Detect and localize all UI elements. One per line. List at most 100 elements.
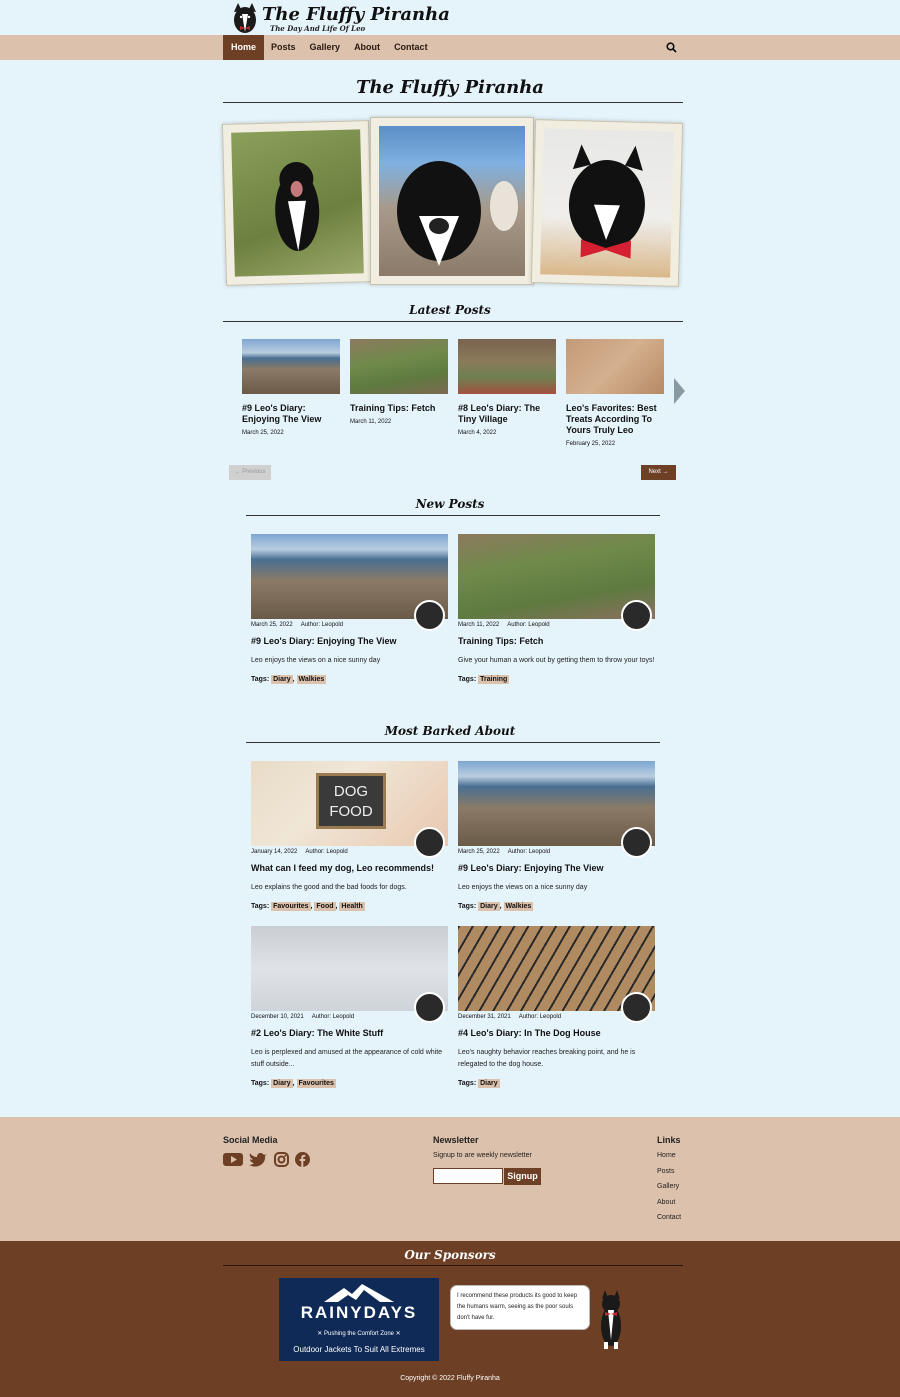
post-date: March 25, 2022 [242,430,284,436]
tag-link[interactable]: Health [339,902,365,911]
previous-button[interactable]: ← Previous [229,465,271,480]
post-title[interactable]: #9 Leo's Diary: Enjoying The View [242,403,340,425]
post-image[interactable] [458,761,655,858]
post-date: December 10, 2021 [251,1014,304,1020]
post-card[interactable]: March 25, 2022 Author: Leopold #9 Leo's D… [458,761,655,911]
tag-link[interactable]: Diary [478,902,500,911]
post-card[interactable]: December 31, 2021 Author: Leopold #4 Leo'… [458,926,655,1088]
post-author: Author: Leopold [518,1014,562,1020]
post-date: January 14, 2022 [251,849,298,855]
nav-contact[interactable]: Contact [387,35,435,60]
mountain-logo-icon [324,1284,394,1302]
tag-link[interactable]: Diary [478,1079,500,1088]
post-excerpt: Leo is perplexed and amused at the appea… [251,1049,443,1068]
post-card[interactable]: March 25, 2022 Author: Leopold #9 Leo's D… [251,534,448,684]
post-date: March 11, 2022 [458,622,500,628]
leo-dog-icon [601,1290,621,1349]
post-date: December 31, 2021 [458,1014,511,1020]
post-author: Author: Leopold [507,849,551,855]
post-image[interactable] [251,926,448,1023]
post-thumbnail[interactable] [350,339,448,394]
divider [223,1265,683,1266]
copyright: Copyright © 2022 Fluffy Piranha [400,1375,500,1382]
instagram-icon[interactable] [274,1152,289,1167]
latest-post-card[interactable]: #8 Leo's Diary: The Tiny Village March 4… [458,339,556,436]
post-thumbnail[interactable] [242,339,340,394]
tag-link[interactable]: Walkies [503,902,534,911]
post-author: Author: Leopold [300,622,344,628]
site-title[interactable]: The Fluffy Piranha [262,4,450,25]
nav-about[interactable]: About [347,35,387,60]
footer-link-home[interactable]: Home [657,1152,681,1168]
most-barked-title: Most Barked About [384,724,516,738]
post-excerpt: Leo enjoys the views on a nice sunny day [251,657,381,664]
search-icon[interactable] [666,42,677,53]
post-card[interactable]: DOG FOOD January 14, 2022 Author: Leopold … [251,761,448,911]
post-title[interactable]: #8 Leo's Diary: The Tiny Village [458,403,556,425]
tags-label: Tags: [458,676,477,683]
site-tagline: The Day And Life Of Leo [270,24,366,33]
post-image[interactable] [458,926,655,1023]
carousel-next-arrow-icon[interactable] [674,378,685,404]
post-image[interactable]: DOG FOOD [251,761,448,858]
post-title[interactable]: #4 Leo's Diary: In The Dog House [458,1028,655,1038]
twitter-icon[interactable] [249,1152,267,1167]
post-image[interactable] [251,534,448,631]
post-excerpt: Leo's naughty behavior reaches breaking … [458,1049,636,1068]
facebook-icon[interactable] [295,1152,310,1167]
nav-home[interactable]: Home [223,35,265,60]
post-card[interactable]: March 11, 2022 Author: Leopold Training T… [458,534,655,684]
newsletter-email-input[interactable] [433,1168,503,1184]
tag-link[interactable]: Food [314,902,336,911]
nav-gallery[interactable]: Gallery [303,35,348,60]
author-avatar [414,600,445,631]
latest-post-card[interactable]: Training Tips: Fetch March 11, 2022 [350,339,448,425]
sponsor-banner[interactable]: RAINYDAYS ✕ Pushing the Comfort Zone ✕ O… [279,1278,439,1361]
tag-link[interactable]: Diary [271,1079,293,1088]
footer-link-posts[interactable]: Posts [657,1168,681,1184]
tags-label: Tags: [251,1080,270,1087]
post-title[interactable]: What can I feed my dog, Leo recommends! [251,863,448,873]
footer-links: Home Posts Gallery About Contact [657,1152,681,1230]
post-tags: Tags: Diary, Favourites [251,1079,336,1088]
youtube-icon[interactable] [223,1152,243,1167]
footer-link-contact[interactable]: Contact [657,1214,681,1230]
post-title[interactable]: Training Tips: Fetch [458,636,655,646]
divider [246,515,660,516]
footer-link-about[interactable]: About [657,1199,681,1215]
post-thumbnail[interactable] [458,339,556,394]
latest-post-card[interactable]: Leo's Favorites: Best Treats According T… [566,339,664,447]
tag-link[interactable]: Walkies [296,675,327,684]
dog-logo-icon[interactable] [230,2,260,35]
hero-photo-2 [370,117,534,285]
tags-label: Tags: [251,903,270,910]
newsletter-heading: Newsletter [433,1135,479,1145]
tag-link[interactable]: Favourites [296,1079,336,1088]
post-title[interactable]: Training Tips: Fetch [350,403,448,414]
tags-label: Tags: [251,676,270,683]
post-tags: Tags: Diary, Walkies [251,675,327,684]
post-author: Author: Leopold [311,1014,355,1020]
post-image[interactable] [458,534,655,631]
tag-link[interactable]: Diary [271,675,293,684]
sponsor-brand: RAINYDAYS [300,1303,418,1322]
tag-link[interactable]: Favourites [271,902,311,911]
tags-label: Tags: [458,903,477,910]
nav-posts[interactable]: Posts [264,35,303,60]
post-title[interactable]: Leo's Favorites: Best Treats According T… [566,403,664,436]
post-card[interactable]: December 10, 2021 Author: Leopold #2 Leo'… [251,926,448,1088]
post-title[interactable]: #9 Leo's Diary: Enjoying The View [458,863,655,873]
social-media-heading: Social Media [223,1135,278,1145]
latest-post-card[interactable]: #9 Leo's Diary: Enjoying The View March … [242,339,340,436]
footer-link-gallery[interactable]: Gallery [657,1183,681,1199]
signup-button[interactable]: Signup [504,1168,541,1185]
hero-photo-1 [221,120,374,286]
dog-food-sign: DOG FOOD [316,773,386,829]
post-thumbnail[interactable] [566,339,664,394]
post-title[interactable]: #9 Leo's Diary: Enjoying The View [251,636,448,646]
next-button[interactable]: Next → [641,465,676,480]
post-title[interactable]: #2 Leo's Diary: The White Stuff [251,1028,448,1038]
links-heading: Links [657,1135,681,1145]
post-tags: Tags: Diary, Walkies [458,902,534,911]
tag-link[interactable]: Training [478,675,510,684]
